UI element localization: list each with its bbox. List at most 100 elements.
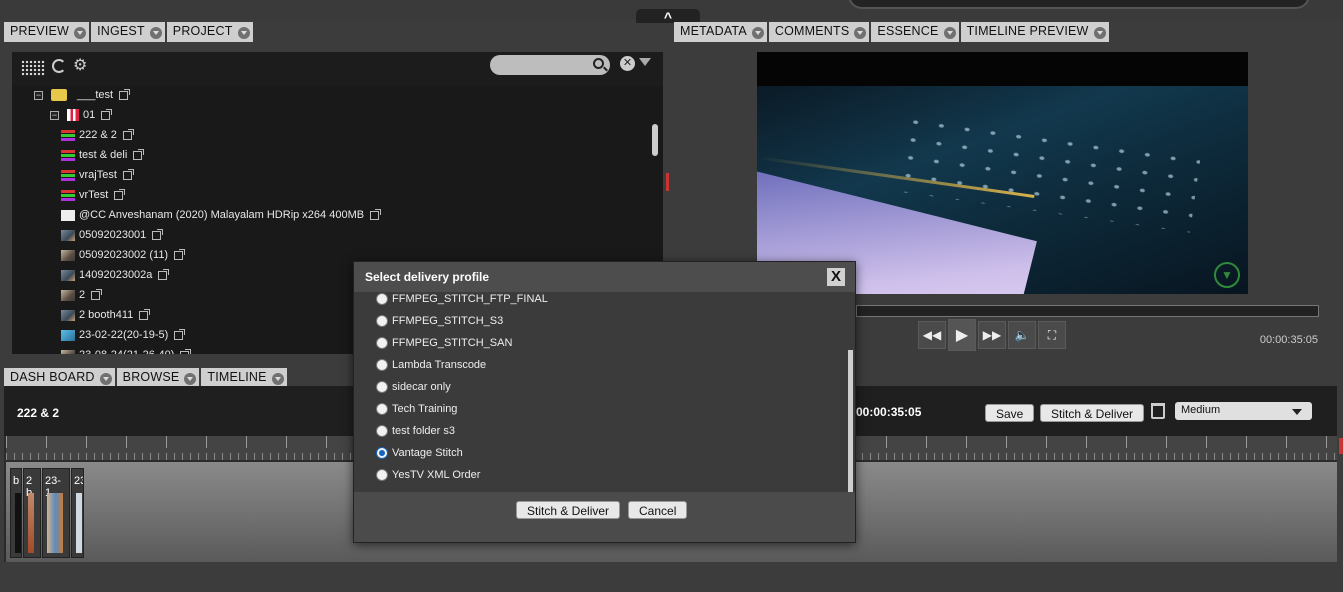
timeline-clip[interactable]: 23-1 — [42, 468, 70, 558]
tab-dropdown-icon[interactable] — [854, 27, 867, 39]
dialog-stitch-deliver-button[interactable]: Stitch & Deliver — [516, 501, 621, 519]
tab-dropdown-icon[interactable] — [149, 27, 162, 39]
splitter-handle[interactable] — [666, 173, 669, 191]
play-icon[interactable]: ▶ — [948, 319, 976, 351]
radio-button[interactable] — [376, 447, 388, 459]
radio-button[interactable] — [376, 337, 388, 349]
project-scrollbar[interactable] — [652, 124, 658, 156]
playback-scrubber[interactable] — [856, 305, 1319, 317]
tab-dropdown-icon[interactable] — [237, 27, 250, 39]
timeline-clip[interactable]: b — [10, 468, 22, 558]
tree-item[interactable]: vrajTest — [61, 165, 134, 185]
refresh-icon[interactable] — [52, 59, 66, 73]
sequence-icon — [61, 149, 75, 161]
stitch-deliver-button[interactable]: Stitch & Deliver — [1040, 404, 1145, 422]
tab-browse[interactable]: BROWSE — [116, 368, 200, 388]
tree-item[interactable]: 14092023002a — [61, 265, 170, 285]
tab-preview[interactable]: PREVIEW — [4, 22, 90, 42]
tab-timeline-preview[interactable]: TIMELINE PREVIEW — [960, 22, 1109, 42]
top-search-pill[interactable] — [848, 0, 1310, 9]
delivery-profile-option[interactable]: test folder s3 — [376, 420, 455, 442]
tree-item[interactable]: 2 booth411 — [61, 305, 151, 325]
trash-icon[interactable] — [1151, 403, 1165, 419]
tab-comments[interactable]: COMMENTS — [768, 22, 870, 42]
delivery-profile-option[interactable]: Tech Training — [376, 398, 457, 420]
tab-dropdown-icon[interactable] — [1093, 27, 1106, 39]
radio-button[interactable] — [376, 359, 388, 371]
tab-dropdown-icon[interactable] — [751, 27, 764, 39]
delivery-profile-option[interactable]: FFMPEG_STITCH_S3 — [376, 310, 503, 332]
radio-button[interactable] — [376, 315, 388, 327]
playhead-marker[interactable] — [1339, 438, 1343, 454]
dialog-cancel-button[interactable]: Cancel — [628, 501, 688, 519]
open-external-icon[interactable] — [91, 288, 103, 300]
tree-item[interactable]: 222 & 2 — [61, 125, 134, 145]
radio-button[interactable] — [376, 469, 388, 481]
open-external-icon[interactable] — [158, 268, 170, 280]
tree-item[interactable]: 05092023002 (11) — [61, 245, 186, 265]
volume-icon[interactable]: 🔈 — [1008, 321, 1036, 349]
tab-dropdown-icon[interactable] — [943, 27, 956, 39]
video-player[interactable]: ▼ — [757, 52, 1248, 294]
tree-item[interactable]: 23-02-22(20-19-5) — [61, 325, 186, 345]
collapse-toggle-icon[interactable]: − — [50, 110, 59, 120]
open-external-icon[interactable] — [114, 188, 126, 200]
tab-dropdown-icon[interactable] — [74, 27, 87, 39]
collapse-header-button[interactable]: ^ — [636, 9, 700, 25]
open-external-icon[interactable] — [122, 128, 134, 140]
timeline-clip[interactable]: 23 — [71, 468, 84, 558]
rewind-icon[interactable]: ◀◀ — [918, 321, 946, 349]
tree-item[interactable]: @CC Anveshanam (2020) Malayalam HDRip x2… — [61, 205, 382, 225]
tab-ingest[interactable]: INGEST — [91, 22, 165, 42]
tab-timeline[interactable]: TIMELINE — [201, 368, 287, 388]
open-external-icon[interactable] — [174, 328, 186, 340]
open-external-icon[interactable] — [139, 308, 151, 320]
tree-item[interactable]: − ___test — [34, 86, 131, 105]
open-external-icon[interactable] — [122, 168, 134, 180]
radio-button[interactable] — [376, 293, 388, 305]
delivery-profile-option[interactable]: FFMPEG_STITCH_SAN — [376, 332, 512, 354]
tab-metadata[interactable]: METADATA — [674, 22, 767, 42]
delivery-profile-option[interactable]: Vantage Stitch — [376, 442, 463, 464]
delivery-profile-option[interactable]: FFMPEG_STITCH_FTP_FINAL — [376, 292, 548, 310]
gear-icon[interactable]: ⚙ — [73, 55, 87, 75]
open-external-icon[interactable] — [119, 88, 131, 100]
delivery-profile-option[interactable]: YesTV XML Order — [376, 464, 480, 486]
filter-icon[interactable] — [639, 58, 651, 66]
tree-item[interactable]: test & deli — [61, 145, 145, 165]
tab-dropdown-icon[interactable] — [99, 373, 112, 385]
delivery-profile-option[interactable]: sidecar only — [376, 376, 451, 398]
close-icon[interactable]: X — [827, 268, 845, 286]
dialog-scrollbar[interactable] — [848, 350, 853, 492]
tab-dropdown-icon[interactable] — [271, 373, 284, 385]
tree-item[interactable]: 23-08-24(21-26-40) — [61, 345, 192, 354]
project-search-input[interactable] — [490, 55, 610, 75]
fast-forward-icon[interactable]: ▶▶ — [978, 321, 1006, 349]
radio-button[interactable] — [376, 403, 388, 415]
tab-project[interactable]: PROJECT — [166, 22, 253, 42]
open-external-icon[interactable] — [174, 248, 186, 260]
tree-item[interactable]: 05092023001 — [61, 225, 164, 245]
collapse-toggle-icon[interactable]: − — [34, 90, 43, 100]
delivery-profile-option[interactable]: Lambda Transcode — [376, 354, 486, 376]
timeline-clip[interactable]: 2 b — [23, 468, 41, 558]
grid-view-icon[interactable] — [21, 60, 45, 76]
tab-dropdown-icon[interactable] — [184, 373, 197, 385]
open-external-icon[interactable] — [152, 228, 164, 240]
radio-button[interactable] — [376, 381, 388, 393]
open-external-icon[interactable] — [180, 348, 192, 354]
tree-item[interactable]: 2 — [61, 285, 103, 305]
tree-item[interactable]: vrTest — [61, 185, 126, 205]
tab-dash-board[interactable]: DASH BOARD — [4, 368, 115, 388]
quality-select[interactable]: Medium — [1175, 402, 1312, 420]
fullscreen-icon[interactable]: ⛶ — [1038, 321, 1066, 349]
search-icon[interactable] — [593, 58, 604, 69]
open-external-icon[interactable] — [370, 208, 382, 220]
save-button[interactable]: Save — [985, 404, 1035, 422]
clear-search-icon[interactable]: ✕ — [620, 56, 635, 71]
tab-essence[interactable]: ESSENCE — [871, 22, 959, 42]
open-external-icon[interactable] — [133, 148, 145, 160]
radio-button[interactable] — [376, 425, 388, 437]
open-external-icon[interactable] — [101, 108, 113, 120]
tree-item[interactable]: − 01 — [50, 105, 113, 125]
